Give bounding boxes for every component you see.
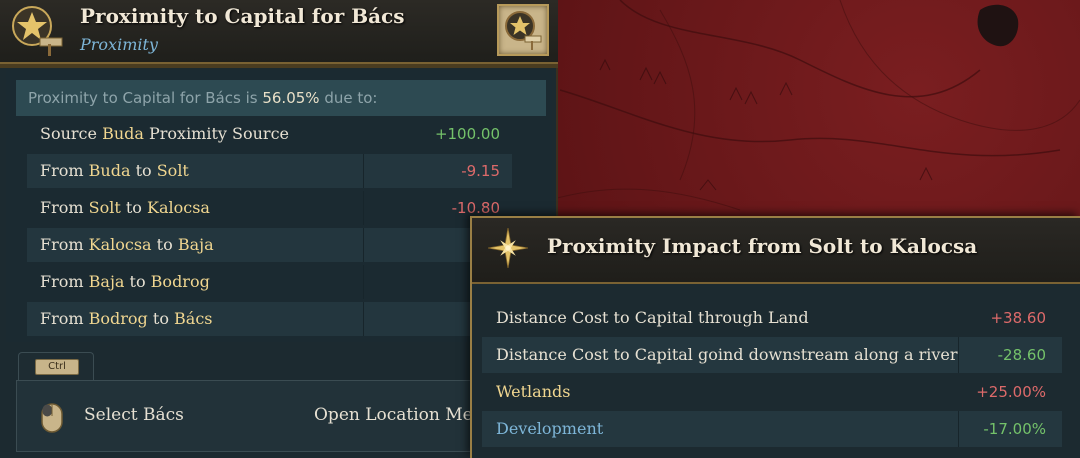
- row-location-from: Buda: [102, 124, 144, 143]
- row-location-from: Baja: [88, 272, 125, 291]
- row-location-to: Baja: [177, 235, 214, 254]
- row-prefix: Source: [40, 124, 103, 143]
- mouse-icon: [41, 403, 63, 433]
- breakdown-row-label: From Bodrog to Bács: [40, 302, 213, 336]
- breakdown-row-label: From Baja to Bodrog: [40, 265, 210, 299]
- compass-star-icon: [488, 228, 528, 268]
- summary-prefix: Proximity to Capital for Bács is: [28, 89, 263, 107]
- row-connector: to: [130, 161, 157, 180]
- star-signpost-icon: [12, 6, 63, 56]
- row-prefix: From: [40, 309, 89, 328]
- row-prefix: From: [40, 272, 89, 291]
- breakdown-row[interactable]: From Kalocsa to Baja: [27, 228, 512, 262]
- breakdown-row-label: From Kalocsa to Baja: [40, 228, 214, 262]
- panel-header: Proximity to Capital for Bács Proximity: [0, 0, 558, 68]
- column-divider: [363, 154, 364, 188]
- row-location-to: Bács: [174, 309, 213, 328]
- impact-row-value: -17.00%: [983, 420, 1046, 438]
- row-location-from: Bodrog: [88, 309, 148, 328]
- row-location-from: Kalocsa: [88, 235, 152, 254]
- select-location-action[interactable]: Select Bács: [84, 405, 184, 425]
- row-value: -9.15: [461, 162, 500, 180]
- row-connector: to: [120, 198, 148, 217]
- column-divider: [363, 265, 364, 299]
- impact-row-label: Wetlands: [496, 382, 571, 401]
- row-prefix: From: [40, 235, 89, 254]
- impact-row-value: +38.60: [990, 309, 1046, 327]
- row-location-from: Buda: [88, 161, 131, 180]
- action-bar: Select Bács Open Location Menu: [16, 380, 495, 452]
- breakdown-row[interactable]: Source Buda Proximity Source +100.00: [27, 117, 512, 151]
- impact-row-value: -28.60: [997, 346, 1046, 364]
- row-location-to: Solt: [156, 161, 189, 180]
- impact-row: Development -17.00%: [482, 411, 1062, 447]
- breakdown-row[interactable]: From Solt to Kalocsa -10.80: [27, 191, 512, 225]
- column-divider: [363, 228, 364, 262]
- breakdown-row[interactable]: From Baja to Bodrog: [27, 265, 512, 299]
- panel-title: Proximity to Capital for Bács: [80, 4, 405, 28]
- summary-suffix: due to:: [319, 89, 378, 107]
- breakdown-row-label: From Buda to Solt: [40, 154, 189, 188]
- row-value: +100.00: [434, 125, 500, 143]
- column-divider: [958, 337, 959, 373]
- breakdown-row[interactable]: From Buda to Solt -9.15: [27, 154, 512, 188]
- row-location-from: Solt: [88, 198, 121, 217]
- ctrl-key-icon: Ctrl: [35, 359, 79, 375]
- ctrl-tab: Ctrl: [18, 352, 94, 380]
- row-connector: to: [147, 309, 175, 328]
- column-divider: [363, 191, 364, 225]
- breakdown-row-label: From Solt to Kalocsa: [40, 191, 210, 225]
- summary-value: 56.05%: [262, 89, 320, 107]
- impact-row: Distance Cost to Capital through Land +38…: [482, 300, 1062, 336]
- column-divider: [363, 302, 364, 336]
- row-connector: to: [124, 272, 151, 291]
- impact-row-value: +25.00%: [976, 383, 1046, 401]
- open-location-menu-action[interactable]: Open Location Menu: [314, 405, 495, 425]
- proximity-impact-tooltip: Proximity Impact from Solt to Kalocsa Di…: [470, 216, 1080, 458]
- impact-row: Distance Cost to Capital goind downstrea…: [482, 337, 1062, 373]
- row-prefix: From: [40, 198, 89, 217]
- tooltip-title: Proximity Impact from Solt to Kalocsa: [547, 234, 978, 258]
- pin-button[interactable]: [497, 4, 549, 56]
- tooltip-header: Proximity Impact from Solt to Kalocsa: [472, 218, 1080, 284]
- row-location-to: Kalocsa: [147, 198, 210, 217]
- row-location-to: Bodrog: [150, 272, 210, 291]
- breakdown-row[interactable]: From Bodrog to Bács: [27, 302, 512, 336]
- impact-row-label[interactable]: Development: [496, 411, 603, 447]
- impact-row-label: Distance Cost to Capital goind downstrea…: [496, 345, 958, 364]
- breakdown-row-label: Source Buda Proximity Source: [40, 117, 289, 151]
- impact-row: Wetlands +25.00%: [482, 374, 1062, 410]
- panel-subtitle: Proximity: [80, 35, 158, 54]
- column-divider: [958, 411, 959, 447]
- row-connector: Proximity Source: [143, 124, 289, 143]
- impact-row-label: Distance Cost to Capital through Land: [496, 308, 809, 327]
- row-prefix: From: [40, 161, 89, 180]
- star-signpost-icon: [505, 11, 542, 50]
- row-connector: to: [151, 235, 178, 254]
- proximity-summary: Proximity to Capital for Bács is 56.05% …: [16, 80, 546, 116]
